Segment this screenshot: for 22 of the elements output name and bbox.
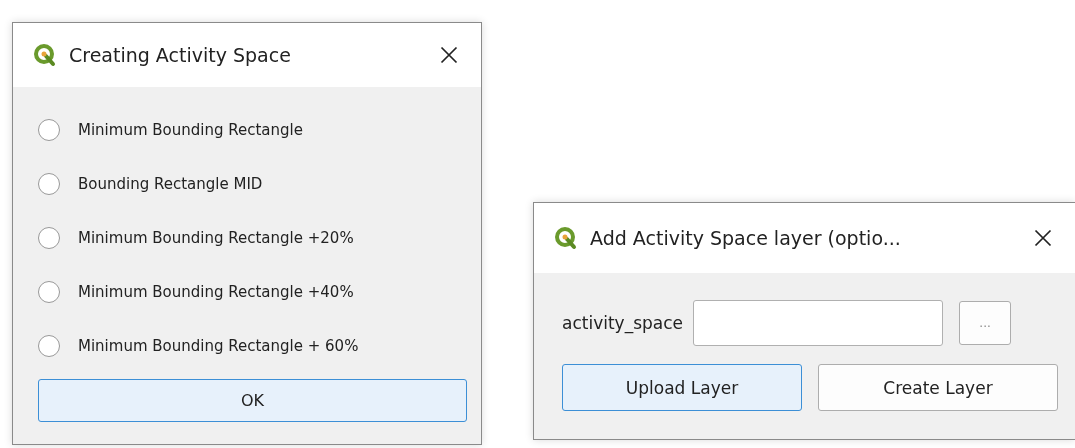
upload-layer-button[interactable]: Upload Layer <box>562 364 802 411</box>
option-label[interactable]: Minimum Bounding Rectangle <box>78 121 303 139</box>
option-label[interactable]: Bounding Rectangle MID <box>78 175 263 193</box>
close-icon[interactable] <box>1033 228 1053 248</box>
option-label[interactable]: Minimum Bounding Rectangle + 60% <box>78 337 359 355</box>
option-label[interactable]: Minimum Bounding Rectangle +20% <box>78 229 354 247</box>
radio-button[interactable] <box>38 335 60 357</box>
app-logo-icon <box>554 226 578 250</box>
layer-path-field[interactable] <box>693 300 944 346</box>
ok-button[interactable]: OK <box>38 379 467 422</box>
create-layer-button[interactable]: Create Layer <box>818 364 1058 411</box>
field-label: activity_space <box>562 313 684 333</box>
radio-button[interactable] <box>38 173 60 195</box>
option-label[interactable]: Minimum Bounding Rectangle +40% <box>78 283 354 301</box>
window-title: Add Activity Space layer (optio... <box>590 227 902 249</box>
radio-button[interactable] <box>38 227 60 249</box>
app-logo-icon <box>33 43 57 67</box>
window-title: Creating Activity Space <box>69 44 292 66</box>
close-icon[interactable] <box>439 45 459 65</box>
radio-button[interactable] <box>38 119 60 141</box>
radio-button[interactable] <box>38 281 60 303</box>
browse-button[interactable]: ... <box>959 301 1012 345</box>
